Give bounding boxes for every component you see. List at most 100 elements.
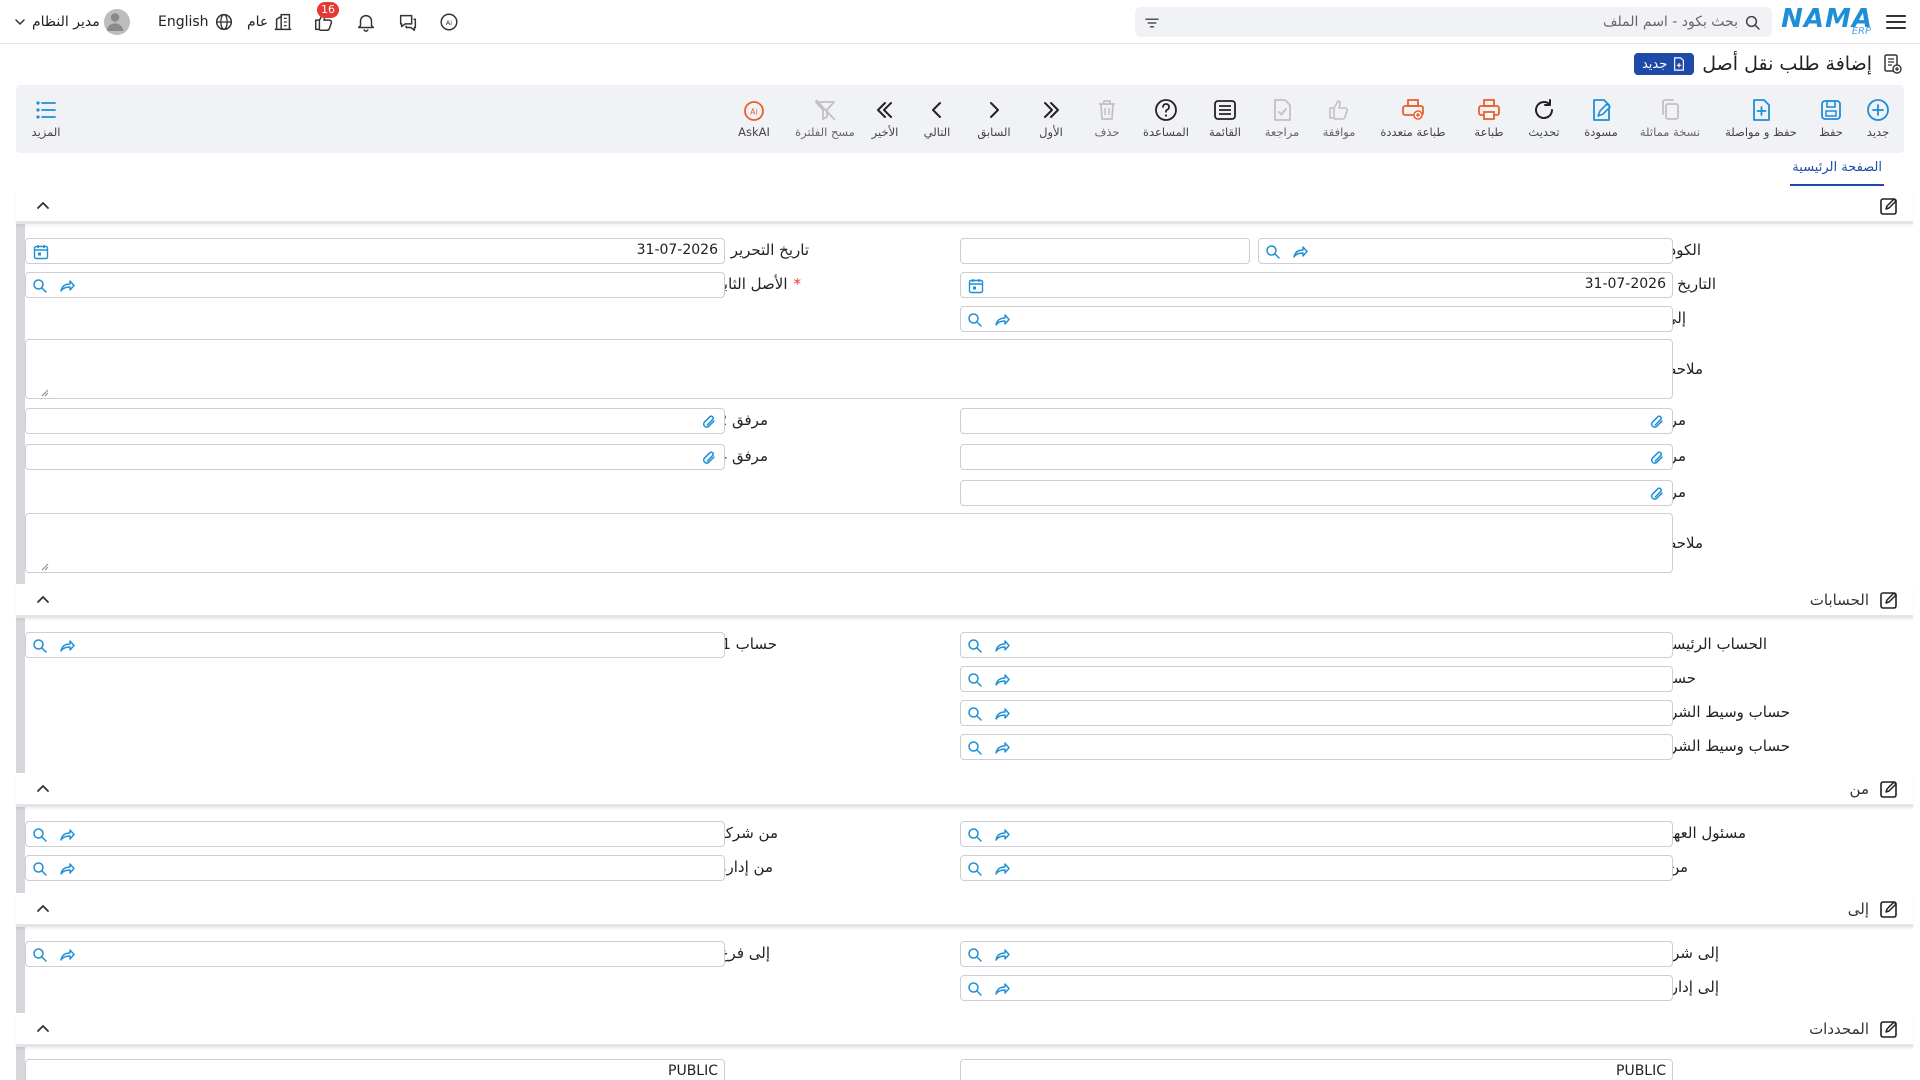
search-lookup-icon[interactable]: [1264, 243, 1282, 261]
duplicate-button[interactable]: نسخة مماثلة: [1631, 97, 1709, 147]
chevron-up-icon[interactable]: [34, 1020, 52, 1038]
to-location-field[interactable]: [960, 306, 1673, 332]
tab-main[interactable]: الصفحة الرئيسية: [1790, 160, 1884, 186]
last-record-button[interactable]: الأخير: [860, 97, 910, 147]
goto-arrow-icon[interactable]: [993, 705, 1011, 723]
refresh-button[interactable]: تحديث: [1519, 97, 1569, 147]
general-menu[interactable]: عام: [247, 9, 294, 35]
ask-ai-button[interactable]: Ai AskAI: [726, 97, 782, 147]
search-lookup-icon[interactable]: [966, 980, 984, 998]
print-button[interactable]: طباعة: [1464, 97, 1514, 147]
save-button[interactable]: حفظ: [1807, 97, 1855, 147]
goto-arrow-icon[interactable]: [58, 277, 76, 295]
search-lookup-icon[interactable]: [966, 637, 984, 655]
search-lookup-icon[interactable]: [966, 671, 984, 689]
chevron-up-icon[interactable]: [34, 780, 52, 798]
custodian-field[interactable]: [960, 821, 1673, 847]
chevron-up-icon[interactable]: [34, 900, 52, 918]
attachment4-field[interactable]: [25, 444, 725, 470]
search-input[interactable]: [1198, 11, 1738, 33]
paperclip-icon[interactable]: [700, 449, 718, 467]
search-lookup-icon[interactable]: [966, 946, 984, 964]
list-button[interactable]: القائمة: [1198, 97, 1252, 147]
goto-arrow-icon[interactable]: [993, 671, 1011, 689]
goto-arrow-icon[interactable]: [993, 946, 1011, 964]
messages-button[interactable]: [397, 9, 419, 35]
language-switch[interactable]: English: [158, 9, 235, 35]
to-department-field[interactable]: [960, 975, 1673, 1001]
notifications-button[interactable]: [355, 9, 377, 35]
company-field[interactable]: PUBLIC: [960, 1059, 1673, 1080]
resize-grip-icon[interactable]: [41, 389, 49, 397]
first-record-button[interactable]: الأول: [1026, 97, 1076, 147]
attachment1-field[interactable]: [960, 408, 1673, 434]
search-lookup-icon[interactable]: [31, 277, 49, 295]
chevron-up-icon[interactable]: [34, 197, 52, 215]
goto-arrow-icon[interactable]: [58, 637, 76, 655]
approvals-button[interactable]: 16: [313, 2, 339, 35]
intermediary1-field[interactable]: [960, 700, 1673, 726]
goto-arrow-icon[interactable]: [993, 637, 1011, 655]
paperclip-icon[interactable]: [1648, 449, 1666, 467]
search-lookup-icon[interactable]: [966, 739, 984, 757]
main-account-field[interactable]: [960, 632, 1673, 658]
save-continue-button[interactable]: حفظ و مواصلة: [1720, 97, 1802, 147]
search-lookup-icon[interactable]: [966, 860, 984, 878]
to-company-field[interactable]: [960, 941, 1673, 967]
goto-arrow-icon[interactable]: [993, 826, 1011, 844]
remarks-textarea[interactable]: [25, 339, 1673, 399]
calendar-icon[interactable]: [32, 243, 50, 261]
edit-icon[interactable]: [1879, 779, 1899, 799]
goto-arrow-icon[interactable]: [993, 980, 1011, 998]
paperclip-icon[interactable]: [1648, 485, 1666, 503]
goto-arrow-icon[interactable]: [993, 739, 1011, 757]
menu-icon[interactable]: [1884, 10, 1908, 34]
calendar-icon[interactable]: [967, 277, 985, 295]
more-button[interactable]: المزيد: [22, 97, 70, 147]
goto-arrow-icon[interactable]: [58, 946, 76, 964]
edit-icon[interactable]: [1879, 196, 1899, 216]
issue-date-field[interactable]: 31-07-2026: [25, 238, 725, 264]
account01-field[interactable]: [25, 632, 725, 658]
to-branch-field[interactable]: [25, 941, 725, 967]
search-lookup-icon[interactable]: [31, 860, 49, 878]
attachment2-field[interactable]: [25, 408, 725, 434]
code-lookup-field[interactable]: [1258, 238, 1673, 264]
search-lookup-icon[interactable]: [31, 946, 49, 964]
draft-button[interactable]: مسودة: [1574, 97, 1628, 147]
filter-icon[interactable]: [1143, 14, 1161, 32]
ai-assistant-button[interactable]: Ai: [438, 9, 460, 35]
multi-print-button[interactable]: طباعة متعددة: [1371, 97, 1455, 147]
edit-icon[interactable]: [1879, 1019, 1899, 1039]
search-icon[interactable]: [1744, 14, 1762, 32]
search-lookup-icon[interactable]: [966, 705, 984, 723]
remarks2-textarea[interactable]: [25, 513, 1673, 573]
actual-date-field[interactable]: 31-07-2026: [960, 272, 1673, 298]
review-button[interactable]: مراجعة: [1255, 97, 1309, 147]
edit-icon[interactable]: [1879, 590, 1899, 610]
search-lookup-icon[interactable]: [31, 826, 49, 844]
edit-icon[interactable]: [1879, 899, 1899, 919]
paperclip-icon[interactable]: [1648, 413, 1666, 431]
chevron-up-icon[interactable]: [34, 591, 52, 609]
intermediary2-field[interactable]: [960, 734, 1673, 760]
search-lookup-icon[interactable]: [966, 311, 984, 329]
help-button[interactable]: المساعدة: [1136, 97, 1196, 147]
attachment5-field[interactable]: [960, 480, 1673, 506]
new-button[interactable]: جديد: [1854, 97, 1902, 147]
nama-logo[interactable]: NAMA ERP: [1781, 4, 1873, 38]
goto-arrow-icon[interactable]: [993, 311, 1011, 329]
goto-arrow-icon[interactable]: [58, 826, 76, 844]
code-input[interactable]: [960, 238, 1250, 264]
account02-field[interactable]: [960, 666, 1673, 692]
delete-button[interactable]: حذف: [1082, 97, 1132, 147]
next-record-button[interactable]: التالي: [912, 97, 962, 147]
paperclip-icon[interactable]: [700, 413, 718, 431]
attachment3-field[interactable]: [960, 444, 1673, 470]
approve-button[interactable]: موافقة: [1312, 97, 1366, 147]
resize-grip-icon[interactable]: [41, 563, 49, 571]
previous-record-button[interactable]: السابق: [967, 97, 1021, 147]
from-department-field[interactable]: [25, 855, 725, 881]
search-lookup-icon[interactable]: [966, 826, 984, 844]
user-menu[interactable]: مدير النظام: [12, 9, 130, 35]
